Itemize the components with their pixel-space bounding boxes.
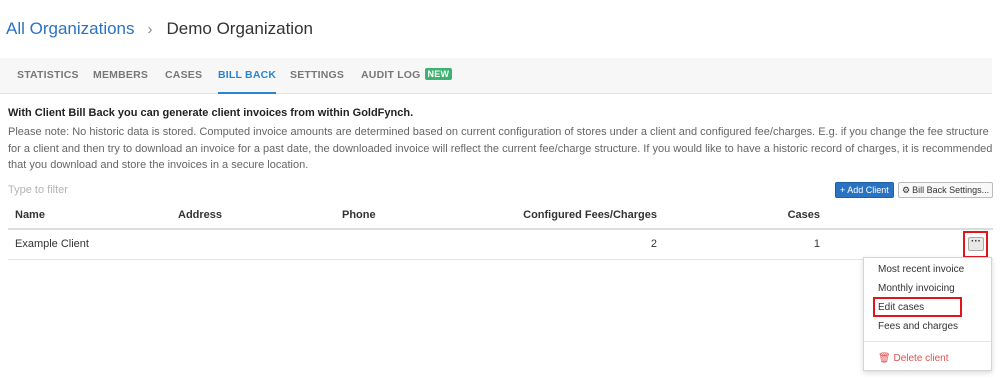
column-header-address: Address: [178, 209, 223, 221]
menu-item-fees-and-charges[interactable]: Fees and charges: [878, 321, 958, 332]
clients-table: Name Address Phone Configured Fees/Charg…: [8, 202, 993, 260]
bill-back-settings-button[interactable]: ⚙ Bill Back Settings...: [898, 182, 994, 198]
breadcrumb: All Organizations › Demo Organization: [6, 17, 313, 41]
table-row: Example Client 2 1 ···: [8, 230, 993, 260]
column-header-configured-fees: Configured Fees/Charges: [523, 209, 657, 221]
menu-item-monthly-invoicing[interactable]: Monthly invoicing: [878, 283, 955, 294]
chevron-right-icon: ›: [147, 20, 153, 38]
tab-bill-back[interactable]: BILL BACK: [218, 58, 277, 94]
menu-item-most-recent-invoice[interactable]: Most recent invoice: [878, 264, 964, 275]
filter-input[interactable]: [8, 182, 268, 198]
tab-audit-log[interactable]: AUDIT LOG NEW: [361, 58, 453, 94]
menu-divider: [864, 341, 991, 342]
tab-audit-log-label: AUDIT LOG: [361, 69, 421, 81]
new-badge: NEW: [424, 68, 453, 80]
intro-text: With Client Bill Back you can generate c…: [8, 107, 414, 119]
ellipsis-icon[interactable]: ···: [968, 237, 984, 251]
tab-settings[interactable]: SETTINGS: [290, 58, 344, 94]
tab-statistics[interactable]: STATISTICS: [17, 58, 79, 94]
tab-bar: STATISTICS MEMBERS CASES BILL BACK SETTI…: [0, 58, 992, 94]
client-fees-cell: 2: [650, 238, 657, 250]
gear-icon: ⚙: [902, 185, 911, 195]
add-client-button[interactable]: + Add Client: [835, 182, 894, 198]
delete-client-label: Delete client: [893, 353, 949, 364]
menu-item-delete-client[interactable]: 🗑 Delete client: [878, 353, 949, 364]
column-header-cases: Cases: [787, 209, 820, 221]
note-text: Please note: No historic data is stored.…: [8, 126, 993, 171]
bill-back-settings-label: Bill Back Settings...: [912, 185, 990, 195]
page-title: Demo Organization: [166, 19, 313, 38]
breadcrumb-all-organizations-link[interactable]: All Organizations: [6, 19, 135, 39]
menu-item-edit-cases[interactable]: Edit cases: [878, 302, 924, 313]
column-header-phone: Phone: [342, 209, 376, 221]
tab-members[interactable]: MEMBERS: [93, 58, 148, 94]
tab-cases[interactable]: CASES: [165, 58, 202, 94]
client-name-cell: Example Client: [15, 238, 89, 250]
row-actions-menu: Most recent invoice Monthly invoicing Ed…: [863, 257, 992, 371]
table-header-row: Name Address Phone Configured Fees/Charg…: [8, 202, 993, 230]
column-header-name: Name: [15, 209, 45, 221]
trash-icon: 🗑: [878, 353, 891, 364]
client-cases-cell: 1: [813, 238, 820, 250]
